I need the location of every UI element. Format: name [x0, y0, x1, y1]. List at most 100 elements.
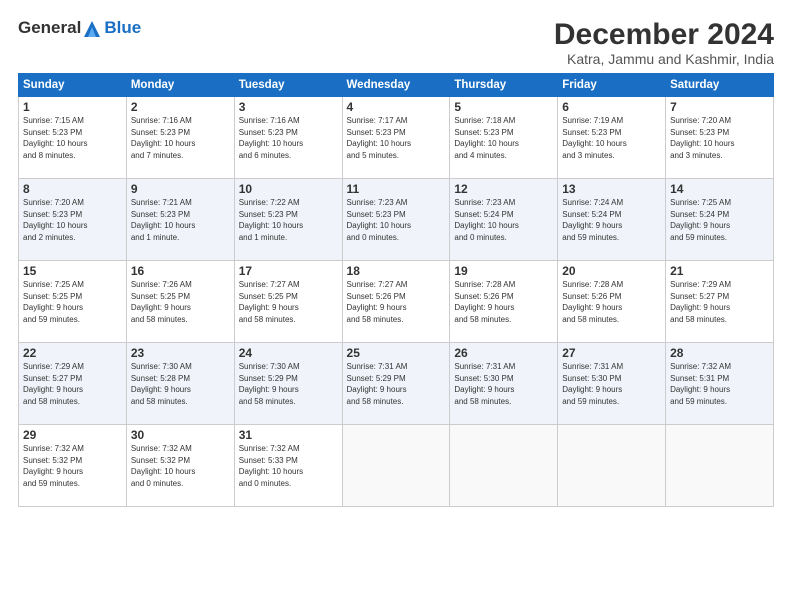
col-monday: Monday — [126, 74, 234, 97]
day-info: Sunrise: 7:25 AMSunset: 5:24 PMDaylight:… — [670, 197, 769, 243]
day-number: 11 — [347, 182, 446, 196]
day-number: 8 — [23, 182, 122, 196]
day-number: 9 — [131, 182, 230, 196]
header-row: Sunday Monday Tuesday Wednesday Thursday… — [19, 74, 774, 97]
col-saturday: Saturday — [666, 74, 774, 97]
table-row: 25Sunrise: 7:31 AMSunset: 5:29 PMDayligh… — [342, 343, 450, 425]
day-number: 31 — [239, 428, 338, 442]
day-number: 21 — [670, 264, 769, 278]
calendar-subtitle: Katra, Jammu and Kashmir, India — [554, 51, 774, 67]
day-number: 19 — [454, 264, 553, 278]
day-number: 6 — [562, 100, 661, 114]
day-info: Sunrise: 7:19 AMSunset: 5:23 PMDaylight:… — [562, 115, 661, 161]
table-row: 10Sunrise: 7:22 AMSunset: 5:23 PMDayligh… — [234, 179, 342, 261]
day-info: Sunrise: 7:20 AMSunset: 5:23 PMDaylight:… — [670, 115, 769, 161]
logo-icon — [82, 19, 102, 39]
table-row: 18Sunrise: 7:27 AMSunset: 5:26 PMDayligh… — [342, 261, 450, 343]
table-row — [450, 425, 558, 507]
day-info: Sunrise: 7:32 AMSunset: 5:33 PMDaylight:… — [239, 443, 338, 489]
table-row: 29Sunrise: 7:32 AMSunset: 5:32 PMDayligh… — [19, 425, 127, 507]
day-number: 28 — [670, 346, 769, 360]
day-info: Sunrise: 7:29 AMSunset: 5:27 PMDaylight:… — [23, 361, 122, 407]
calendar-title: December 2024 — [554, 18, 774, 51]
day-info: Sunrise: 7:27 AMSunset: 5:25 PMDaylight:… — [239, 279, 338, 325]
day-number: 3 — [239, 100, 338, 114]
week-row-1: 1Sunrise: 7:15 AMSunset: 5:23 PMDaylight… — [19, 97, 774, 179]
day-number: 17 — [239, 264, 338, 278]
day-number: 13 — [562, 182, 661, 196]
week-row-5: 29Sunrise: 7:32 AMSunset: 5:32 PMDayligh… — [19, 425, 774, 507]
day-number: 22 — [23, 346, 122, 360]
table-row: 31Sunrise: 7:32 AMSunset: 5:33 PMDayligh… — [234, 425, 342, 507]
day-info: Sunrise: 7:17 AMSunset: 5:23 PMDaylight:… — [347, 115, 446, 161]
day-info: Sunrise: 7:16 AMSunset: 5:23 PMDaylight:… — [131, 115, 230, 161]
col-tuesday: Tuesday — [234, 74, 342, 97]
table-row: 22Sunrise: 7:29 AMSunset: 5:27 PMDayligh… — [19, 343, 127, 425]
day-info: Sunrise: 7:32 AMSunset: 5:32 PMDaylight:… — [131, 443, 230, 489]
table-row: 27Sunrise: 7:31 AMSunset: 5:30 PMDayligh… — [558, 343, 666, 425]
col-wednesday: Wednesday — [342, 74, 450, 97]
day-number: 23 — [131, 346, 230, 360]
table-row — [558, 425, 666, 507]
table-row: 13Sunrise: 7:24 AMSunset: 5:24 PMDayligh… — [558, 179, 666, 261]
table-row: 24Sunrise: 7:30 AMSunset: 5:29 PMDayligh… — [234, 343, 342, 425]
table-row: 20Sunrise: 7:28 AMSunset: 5:26 PMDayligh… — [558, 261, 666, 343]
day-number: 27 — [562, 346, 661, 360]
day-number: 1 — [23, 100, 122, 114]
table-row: 14Sunrise: 7:25 AMSunset: 5:24 PMDayligh… — [666, 179, 774, 261]
day-number: 10 — [239, 182, 338, 196]
calendar-table: Sunday Monday Tuesday Wednesday Thursday… — [18, 73, 774, 507]
week-row-4: 22Sunrise: 7:29 AMSunset: 5:27 PMDayligh… — [19, 343, 774, 425]
day-info: Sunrise: 7:32 AMSunset: 5:32 PMDaylight:… — [23, 443, 122, 489]
table-row: 15Sunrise: 7:25 AMSunset: 5:25 PMDayligh… — [19, 261, 127, 343]
table-row: 12Sunrise: 7:23 AMSunset: 5:24 PMDayligh… — [450, 179, 558, 261]
table-row: 2Sunrise: 7:16 AMSunset: 5:23 PMDaylight… — [126, 97, 234, 179]
table-row: 5Sunrise: 7:18 AMSunset: 5:23 PMDaylight… — [450, 97, 558, 179]
table-row: 21Sunrise: 7:29 AMSunset: 5:27 PMDayligh… — [666, 261, 774, 343]
logo-general: General — [18, 18, 81, 37]
day-number: 20 — [562, 264, 661, 278]
day-info: Sunrise: 7:26 AMSunset: 5:25 PMDaylight:… — [131, 279, 230, 325]
day-info: Sunrise: 7:28 AMSunset: 5:26 PMDaylight:… — [454, 279, 553, 325]
day-number: 18 — [347, 264, 446, 278]
day-number: 16 — [131, 264, 230, 278]
day-number: 24 — [239, 346, 338, 360]
day-number: 30 — [131, 428, 230, 442]
day-number: 14 — [670, 182, 769, 196]
table-row: 17Sunrise: 7:27 AMSunset: 5:25 PMDayligh… — [234, 261, 342, 343]
table-row: 28Sunrise: 7:32 AMSunset: 5:31 PMDayligh… — [666, 343, 774, 425]
day-info: Sunrise: 7:20 AMSunset: 5:23 PMDaylight:… — [23, 197, 122, 243]
table-row: 23Sunrise: 7:30 AMSunset: 5:28 PMDayligh… — [126, 343, 234, 425]
table-row: 16Sunrise: 7:26 AMSunset: 5:25 PMDayligh… — [126, 261, 234, 343]
day-info: Sunrise: 7:25 AMSunset: 5:25 PMDaylight:… — [23, 279, 122, 325]
table-row: 26Sunrise: 7:31 AMSunset: 5:30 PMDayligh… — [450, 343, 558, 425]
day-info: Sunrise: 7:18 AMSunset: 5:23 PMDaylight:… — [454, 115, 553, 161]
day-info: Sunrise: 7:30 AMSunset: 5:28 PMDaylight:… — [131, 361, 230, 407]
title-area: December 2024 Katra, Jammu and Kashmir, … — [554, 18, 774, 67]
day-info: Sunrise: 7:23 AMSunset: 5:23 PMDaylight:… — [347, 197, 446, 243]
day-number: 4 — [347, 100, 446, 114]
day-info: Sunrise: 7:28 AMSunset: 5:26 PMDaylight:… — [562, 279, 661, 325]
day-info: Sunrise: 7:22 AMSunset: 5:23 PMDaylight:… — [239, 197, 338, 243]
week-row-3: 15Sunrise: 7:25 AMSunset: 5:25 PMDayligh… — [19, 261, 774, 343]
day-number: 5 — [454, 100, 553, 114]
week-row-2: 8Sunrise: 7:20 AMSunset: 5:23 PMDaylight… — [19, 179, 774, 261]
day-info: Sunrise: 7:15 AMSunset: 5:23 PMDaylight:… — [23, 115, 122, 161]
day-info: Sunrise: 7:30 AMSunset: 5:29 PMDaylight:… — [239, 361, 338, 407]
day-number: 15 — [23, 264, 122, 278]
col-sunday: Sunday — [19, 74, 127, 97]
table-row: 9Sunrise: 7:21 AMSunset: 5:23 PMDaylight… — [126, 179, 234, 261]
table-row: 1Sunrise: 7:15 AMSunset: 5:23 PMDaylight… — [19, 97, 127, 179]
day-info: Sunrise: 7:23 AMSunset: 5:24 PMDaylight:… — [454, 197, 553, 243]
day-info: Sunrise: 7:24 AMSunset: 5:24 PMDaylight:… — [562, 197, 661, 243]
logo-blue: Blue — [104, 18, 141, 38]
day-info: Sunrise: 7:16 AMSunset: 5:23 PMDaylight:… — [239, 115, 338, 161]
logo: General Blue — [18, 18, 141, 39]
table-row: 4Sunrise: 7:17 AMSunset: 5:23 PMDaylight… — [342, 97, 450, 179]
table-row: 19Sunrise: 7:28 AMSunset: 5:26 PMDayligh… — [450, 261, 558, 343]
table-row: 11Sunrise: 7:23 AMSunset: 5:23 PMDayligh… — [342, 179, 450, 261]
table-row: 30Sunrise: 7:32 AMSunset: 5:32 PMDayligh… — [126, 425, 234, 507]
day-info: Sunrise: 7:31 AMSunset: 5:29 PMDaylight:… — [347, 361, 446, 407]
header: General Blue December 2024 Katra, Jammu … — [18, 18, 774, 67]
day-info: Sunrise: 7:32 AMSunset: 5:31 PMDaylight:… — [670, 361, 769, 407]
